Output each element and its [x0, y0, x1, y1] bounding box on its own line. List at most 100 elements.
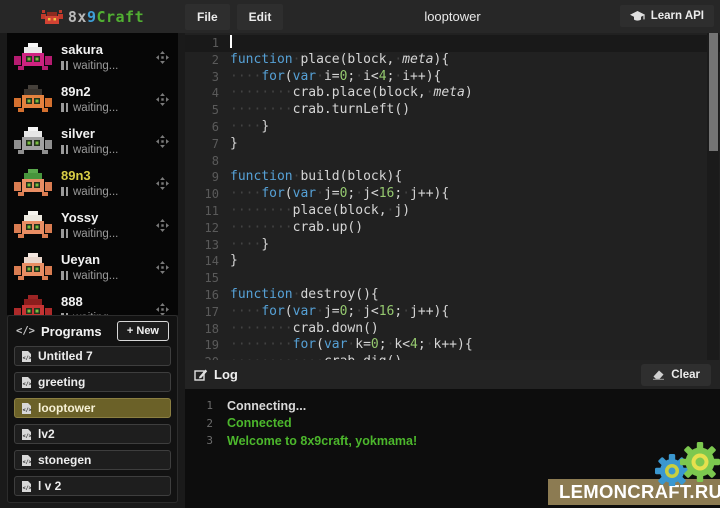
code-line[interactable]: 7} [185, 136, 720, 153]
line-number: 6 [185, 119, 230, 136]
code-line[interactable]: 4········crab.place(block,·meta) [185, 85, 720, 102]
crab-icon [41, 9, 63, 25]
program-item[interactable]: </>Untitled 7 [14, 346, 171, 366]
crab-info: 89n2waiting... [61, 85, 156, 114]
code-line[interactable]: 1 [185, 35, 720, 52]
programs-header: </> Programs + New [8, 316, 177, 346]
code-line[interactable]: 19········for(var·k=0;·k<4;·k++){ [185, 337, 720, 354]
new-program-button[interactable]: + New [117, 321, 169, 341]
program-name: lv2 [38, 427, 55, 441]
code-line[interactable]: 20············crab.dig() [185, 354, 720, 360]
programs-panel: </> Programs + New </>Untitled 7 </>greet… [7, 315, 178, 503]
code-line[interactable]: 9function·build(block){ [185, 169, 720, 186]
program-item[interactable]: </>greeting [14, 372, 171, 392]
crab-entry[interactable]: 89n3waiting... [7, 162, 178, 204]
code-line[interactable]: 10····for(var·j=0;·j<16;·j++){ [185, 186, 720, 203]
code-line[interactable]: 2function·place(block,·meta){ [185, 52, 720, 69]
pause-icon [61, 271, 68, 280]
editor-column: 12function·place(block,·meta){3····for(v… [185, 33, 720, 508]
app-window: 8x9Craft File Edit looptower Learn API s… [0, 0, 720, 508]
crab-entry[interactable]: silverwaiting... [7, 120, 178, 162]
code-line[interactable]: 11········place(block,·j) [185, 203, 720, 220]
line-number: 8 [185, 153, 230, 170]
move-crab-icon[interactable] [156, 303, 169, 316]
status-text: waiting... [73, 144, 118, 156]
status-text: waiting... [73, 186, 118, 198]
crab-status: waiting... [61, 186, 156, 198]
move-crab-icon[interactable] [156, 51, 169, 64]
watermark: LEMONCRAFT.RU [548, 479, 720, 505]
log-line-number: 1 [185, 399, 227, 412]
crab-entry[interactable]: 888waiting... [7, 288, 178, 315]
pause-icon [61, 61, 68, 70]
learn-api-label: Learn API [651, 10, 704, 22]
program-file-icon: </> [21, 454, 32, 467]
svg-text:</>: </> [23, 459, 32, 465]
eraser-icon [652, 369, 665, 380]
file-menu[interactable]: File [185, 4, 230, 30]
crab-entry[interactable]: Ueyanwaiting... [7, 246, 178, 288]
logo-segment: Craft [96, 8, 144, 26]
top-bar: 8x9Craft File Edit looptower Learn API [0, 0, 720, 33]
code-line[interactable]: 18········crab.down() [185, 321, 720, 338]
crab-name: Yossy [61, 211, 156, 225]
program-item[interactable]: </>l v 2 [14, 476, 171, 496]
crab-avatar-icon [14, 253, 52, 282]
crab-entry[interactable]: Yossy waiting... [7, 204, 178, 246]
crab-name: 89n2 [61, 85, 156, 99]
move-crab-icon[interactable] [156, 177, 169, 190]
logo-text: 8x9Craft [68, 8, 144, 26]
crab-info: sakurawaiting... [61, 43, 156, 72]
move-crab-icon[interactable] [156, 219, 169, 232]
clear-log-button[interactable]: Clear [641, 364, 711, 386]
code-editor[interactable]: 12function·place(block,·meta){3····for(v… [185, 33, 720, 360]
crab-status: waiting... [61, 144, 156, 156]
program-name: stonegen [38, 453, 91, 467]
log-header: Log Clear [185, 360, 720, 389]
code-line[interactable]: 8 [185, 153, 720, 170]
code-line[interactable]: 16function·destroy(){ [185, 287, 720, 304]
log-line: 2Connected [185, 415, 720, 433]
line-number: 18 [185, 321, 230, 338]
code-line[interactable]: 13····} [185, 237, 720, 254]
code-lines: 12function·place(block,·meta){3····for(v… [185, 35, 720, 360]
line-number: 13 [185, 237, 230, 254]
status-text: waiting... [73, 60, 118, 72]
scrollbar-thumb[interactable] [709, 33, 718, 151]
program-item[interactable]: </> lv2 [14, 424, 171, 444]
code-line[interactable]: 3····for(var·i=0;·i<4;·i++){ [185, 69, 720, 86]
line-number: 17 [185, 304, 230, 321]
crab-status: waiting... [61, 228, 156, 240]
svg-text:</>: </> [23, 485, 32, 491]
svg-text:</>: </> [23, 355, 32, 361]
pause-icon [61, 187, 68, 196]
sidebar: sakurawaiting...89n2waiting...silverwait… [0, 33, 185, 508]
crab-entry[interactable]: sakurawaiting... [7, 36, 178, 78]
editor-scrollbar[interactable] [707, 33, 719, 360]
clear-label: Clear [671, 369, 700, 381]
code-line[interactable]: 6····} [185, 119, 720, 136]
crab-entry[interactable]: 89n2waiting... [7, 78, 178, 120]
code-line[interactable]: 15 [185, 270, 720, 287]
program-item[interactable]: </>looptower [14, 398, 171, 418]
program-item[interactable]: </> stonegen [14, 450, 171, 470]
crab-avatar-icon [14, 85, 52, 114]
crab-name: 888 [61, 295, 156, 309]
code-line[interactable]: 14} [185, 253, 720, 270]
crab-avatar-icon [14, 127, 52, 156]
learn-api-button[interactable]: Learn API [620, 5, 714, 27]
logo-segment: 8x [68, 8, 87, 26]
crab-avatar-icon [14, 295, 52, 316]
code-line[interactable]: 17····for(var·j=0;·j<16;·j++){ [185, 304, 720, 321]
line-number: 14 [185, 253, 230, 270]
move-crab-icon[interactable] [156, 135, 169, 148]
crab-info: Ueyanwaiting... [61, 253, 156, 282]
code-line[interactable]: 12········crab.up() [185, 220, 720, 237]
log-title: Log [214, 367, 238, 382]
svg-text:</>: </> [23, 433, 32, 439]
code-line[interactable]: 5········crab.turnLeft() [185, 102, 720, 119]
move-crab-icon[interactable] [156, 261, 169, 274]
edit-menu[interactable]: Edit [237, 4, 284, 30]
line-number: 3 [185, 69, 230, 86]
move-crab-icon[interactable] [156, 93, 169, 106]
